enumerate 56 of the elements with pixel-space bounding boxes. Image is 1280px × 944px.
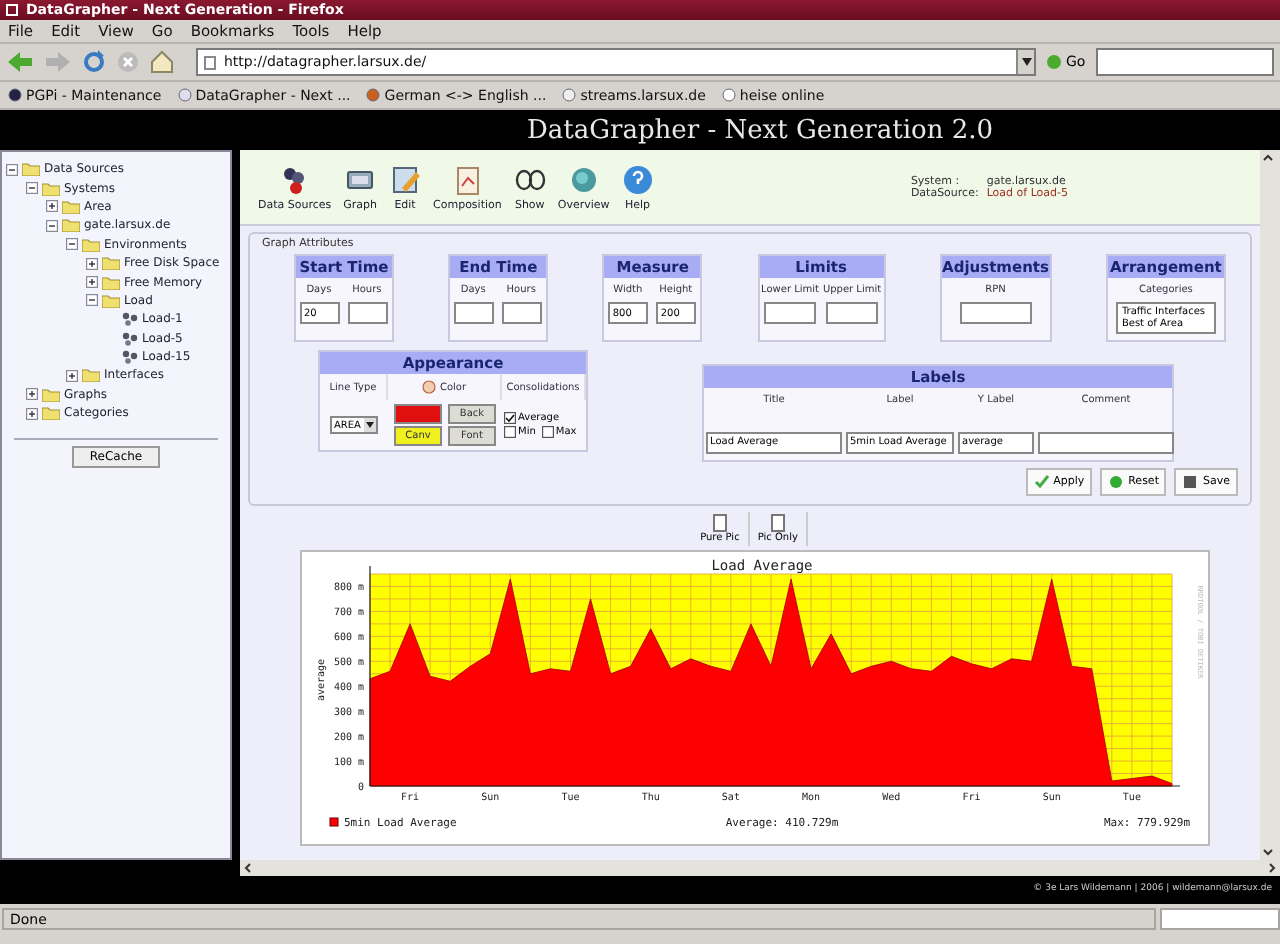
page-icon — [204, 55, 216, 69]
bookmark-icon — [366, 88, 381, 102]
checkbox[interactable] — [504, 412, 516, 424]
expand-toggle[interactable] — [86, 294, 98, 307]
folder-icon — [82, 368, 100, 383]
scroll-up-icon[interactable] — [1260, 150, 1276, 166]
expand-toggle[interactable] — [6, 163, 18, 176]
text-input[interactable] — [826, 302, 879, 324]
text-input[interactable] — [959, 302, 1032, 324]
document-icon — [769, 513, 786, 531]
scroll-right-icon[interactable] — [1264, 860, 1280, 876]
checkbox[interactable] — [504, 426, 516, 438]
text-input[interactable] — [454, 302, 495, 324]
network-icon — [122, 312, 138, 327]
expand-toggle[interactable] — [26, 182, 38, 195]
go-icon — [1046, 54, 1062, 70]
dropdown-icon — [364, 418, 376, 432]
document-icon — [451, 163, 484, 195]
expand-toggle[interactable] — [86, 276, 98, 289]
checkbox[interactable] — [541, 426, 554, 438]
status-panel — [1160, 907, 1280, 929]
document-icon — [711, 513, 728, 531]
window-icon — [6, 4, 18, 16]
dropdown-icon[interactable] — [1021, 58, 1031, 66]
scroll-left-icon[interactable] — [240, 860, 256, 876]
expand-toggle[interactable] — [46, 219, 58, 232]
globe-icon — [567, 163, 600, 195]
bookmark-icon — [8, 88, 22, 102]
home-icon[interactable] — [150, 50, 174, 74]
horizontal-scrollbar[interactable] — [240, 860, 1280, 876]
checkmark-icon — [1033, 473, 1050, 489]
bookmark-icon — [721, 88, 736, 102]
text-input[interactable] — [1038, 431, 1174, 453]
scroll-down-icon[interactable] — [1260, 844, 1276, 860]
expand-toggle[interactable] — [26, 388, 38, 401]
page-title: DataGrapher - Next Generation 2.0 — [524, 115, 995, 145]
color-button[interactable] — [394, 404, 442, 424]
network-icon — [122, 331, 138, 346]
text-input[interactable] — [764, 302, 817, 324]
expand-toggle[interactable] — [26, 407, 38, 420]
bookmark-icon — [562, 88, 577, 102]
search-field[interactable] — [1095, 48, 1274, 76]
help-icon — [621, 163, 654, 195]
vertical-scrollbar[interactable] — [1260, 150, 1280, 860]
expand-toggle[interactable] — [46, 200, 58, 213]
network-icon — [122, 350, 138, 365]
expand-toggle[interactable] — [66, 369, 78, 382]
notepad-icon — [389, 163, 422, 195]
floppy-icon — [1182, 473, 1199, 489]
text-input[interactable] — [348, 302, 388, 324]
palette-icon — [421, 380, 436, 394]
text-input[interactable] — [502, 302, 543, 324]
bookmark-icon — [177, 88, 192, 102]
expand-toggle[interactable] — [86, 257, 98, 270]
reload-icon[interactable] — [82, 50, 106, 74]
expand-toggle[interactable] — [66, 238, 78, 251]
